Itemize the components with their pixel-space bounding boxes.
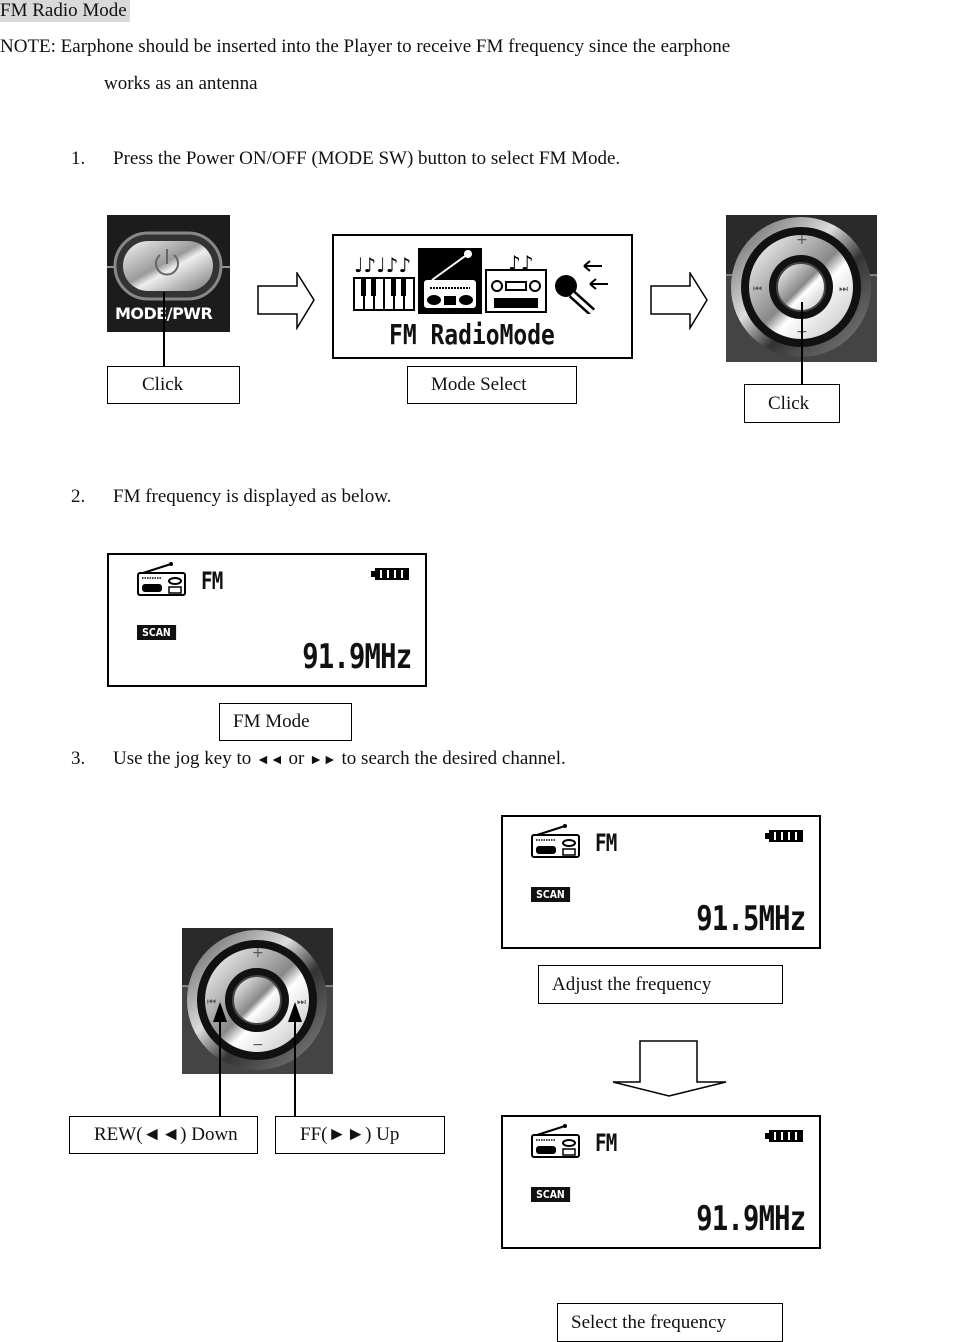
svg-text:♪♪: ♪♪: [508, 251, 534, 275]
page-title: FM Radio Mode: [0, 0, 130, 22]
step-2-text: FM frequency is displayed as below.: [113, 486, 392, 507]
radio-icon: [418, 248, 482, 314]
click-callout-right: Click: [744, 384, 840, 423]
cassette-icon: ♪♪: [485, 251, 547, 313]
scan-badge: SCAN: [137, 625, 176, 640]
step-1-text: Press the Power ON/OFF (MODE SW) button …: [113, 148, 621, 169]
battery-icon: [765, 830, 803, 842]
battery-icon: [371, 568, 409, 580]
mode-select-callout: Mode Select: [407, 366, 577, 404]
callout-line: [163, 292, 165, 366]
step-3-text-after: to search the desired channel.: [341, 748, 566, 769]
frequency-readout: 91.9MHz: [301, 637, 412, 677]
step-3-or: or: [288, 748, 305, 769]
right-arrow-icon: [650, 272, 708, 330]
svg-text:⏭: ⏭: [839, 284, 848, 295]
note-line-1: NOTE: Earphone should be inserted into t…: [0, 36, 731, 57]
fm-mode-callout: FM Mode: [219, 703, 352, 741]
right-arrow-icon: [257, 272, 315, 330]
scan-badge: SCAN: [531, 887, 570, 902]
mode-menu-display: ♩♪♩♪♪ ♪♪ FM RadioMode: [332, 234, 633, 359]
note-line-2: works as an antenna: [104, 73, 258, 94]
down-arrow-icon: [612, 1040, 727, 1097]
callout-arrows: [213, 1002, 302, 1118]
ff-up-callout: FF(►►) Up: [275, 1116, 445, 1154]
click-callout-left: Click: [107, 366, 240, 404]
svg-text:+: +: [252, 945, 264, 961]
band-label: FM: [595, 1129, 617, 1157]
adjust-frequency-callout: Adjust the frequency: [538, 965, 783, 1004]
battery-icon: [765, 1130, 803, 1142]
fm-lcd-after: FM SCAN 91.9MHz: [501, 1115, 821, 1249]
rew-pointer-icon: [213, 1002, 227, 1022]
music-keyboard-icon: ♩♪♩♪♪: [353, 253, 415, 311]
mode-menu-label: FM RadioMode: [389, 318, 555, 351]
mode-power-button[interactable]: MODE/PWR: [107, 215, 230, 332]
band-label: FM: [595, 829, 617, 857]
rew-down-callout: REW(◄◄) Down: [69, 1116, 258, 1154]
step-3-text: Use the jog key to ◄◄ or ►► to search th…: [113, 748, 566, 770]
frequency-readout: 91.9MHz: [695, 1199, 806, 1239]
select-frequency-callout: Select the frequency: [557, 1303, 783, 1342]
fm-lcd-before: FM SCAN 91.5MHz: [501, 815, 821, 949]
step-2-number: 2.: [71, 486, 86, 507]
callout-line: [801, 302, 803, 384]
radio-icon: [531, 824, 580, 858]
scan-badge: SCAN: [531, 1187, 570, 1202]
radio-icon: [137, 562, 186, 596]
band-label: FM: [201, 567, 223, 595]
microphone-icon: [555, 260, 608, 314]
svg-text:+: +: [796, 232, 808, 248]
radio-icon: [531, 1124, 580, 1158]
step-1-number: 1.: [71, 148, 86, 169]
rew-symbol: ◄◄: [256, 753, 284, 768]
step-3-text-before: Use the jog key to: [113, 748, 252, 769]
frequency-readout: 91.5MHz: [695, 899, 806, 939]
svg-text:⏮: ⏮: [753, 284, 762, 295]
svg-text:♩♪♩♪♪: ♩♪♩♪♪: [354, 253, 411, 277]
ff-symbol: ►►: [309, 753, 337, 768]
step-3-number: 3.: [71, 748, 86, 769]
fm-lcd-display: FM SCAN 91.9MHz: [107, 553, 427, 687]
ff-pointer-icon: [288, 1002, 302, 1022]
